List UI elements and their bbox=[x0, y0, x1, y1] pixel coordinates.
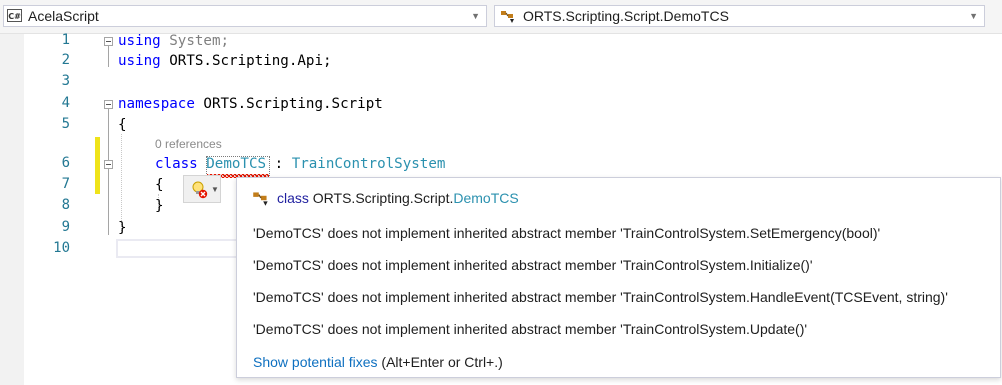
project-dropdown[interactable]: C# AcelaScript ▼ bbox=[3, 5, 487, 27]
error-message: 'DemoTCS' does not implement inherited a… bbox=[253, 257, 813, 273]
chevron-down-icon[interactable]: ▼ bbox=[969, 6, 978, 26]
code-line: { bbox=[118, 117, 127, 133]
outline-line bbox=[108, 169, 109, 213]
outline-line bbox=[108, 46, 109, 67]
navigation-bar: C# AcelaScript ▼ ORTS.Scripting.Script.D… bbox=[0, 0, 1002, 34]
popup-type-name[interactable]: DemoTCS bbox=[453, 190, 518, 206]
quick-info-popup: class ORTS.Scripting.Script.DemoTCS 'Dem… bbox=[236, 177, 1001, 378]
keyword: class bbox=[155, 156, 198, 172]
line-number: 7 bbox=[61, 176, 70, 192]
collapse-icon[interactable] bbox=[104, 100, 113, 109]
code-text: ORTS.Scripting.Api; bbox=[160, 53, 332, 69]
line-number: 9 bbox=[61, 219, 70, 235]
collapse-icon[interactable] bbox=[104, 160, 113, 169]
quick-actions-button[interactable]: ▼ bbox=[183, 175, 221, 203]
chevron-down-icon[interactable]: ▼ bbox=[471, 6, 480, 26]
project-name: AcelaScript bbox=[28, 8, 99, 24]
show-potential-fixes-link[interactable]: Show potential fixes bbox=[253, 354, 378, 370]
lightbulb-error-icon bbox=[192, 181, 208, 199]
code-line: using ORTS.Scripting.Api; bbox=[118, 51, 332, 71]
code-line: } bbox=[155, 198, 164, 214]
type-scope-dropdown[interactable]: ORTS.Scripting.Script.DemoTCS ▼ bbox=[494, 5, 985, 27]
change-marker bbox=[95, 137, 100, 194]
indicator-margin bbox=[0, 34, 24, 385]
error-message: 'DemoTCS' does not implement inherited a… bbox=[253, 225, 881, 241]
type-scope-name: ORTS.Scripting.Script.DemoTCS bbox=[523, 8, 729, 24]
keyword: using bbox=[118, 53, 161, 69]
line-number: 10 bbox=[53, 240, 70, 256]
line-number: 1 bbox=[61, 32, 70, 48]
fix-row: Show potential fixes (Alt+Enter or Ctrl+… bbox=[253, 352, 503, 372]
base-class-name[interactable]: TrainControlSystem bbox=[292, 156, 446, 172]
error-message: 'DemoTCS' does not implement inherited a… bbox=[253, 321, 808, 337]
keyword: namespace bbox=[118, 96, 195, 112]
line-number: 2 bbox=[61, 52, 70, 68]
code-line: } bbox=[118, 220, 127, 236]
code-line: using System; bbox=[118, 31, 229, 51]
selected-token-box bbox=[206, 156, 270, 176]
popup-keyword: class bbox=[277, 190, 309, 206]
code-text: System; bbox=[160, 33, 230, 49]
class-icon bbox=[253, 192, 268, 206]
line-number: 4 bbox=[61, 95, 70, 111]
code-text: ORTS.Scripting.Script bbox=[194, 96, 383, 112]
line-number: 8 bbox=[61, 197, 70, 213]
code-line: class DemoTCS : TrainControlSystem bbox=[155, 154, 445, 174]
error-message: 'DemoTCS' does not implement inherited a… bbox=[253, 289, 948, 305]
code-line: { bbox=[155, 177, 164, 193]
line-number: 3 bbox=[61, 73, 70, 89]
collapse-icon[interactable] bbox=[104, 37, 113, 46]
chevron-down-icon[interactable]: ▼ bbox=[211, 185, 219, 194]
code-line: namespace ORTS.Scripting.Script bbox=[118, 94, 383, 114]
keyword: using bbox=[118, 33, 161, 49]
fix-shortcut: (Alt+Enter or Ctrl+.) bbox=[377, 354, 503, 370]
csharp-project-icon: C# bbox=[7, 9, 22, 22]
codelens-references[interactable]: 0 references bbox=[155, 137, 222, 151]
line-number: 6 bbox=[61, 155, 70, 171]
popup-namespace: ORTS.Scripting.Script. bbox=[312, 190, 454, 206]
class-icon bbox=[501, 11, 514, 23]
line-number: 5 bbox=[61, 116, 70, 132]
